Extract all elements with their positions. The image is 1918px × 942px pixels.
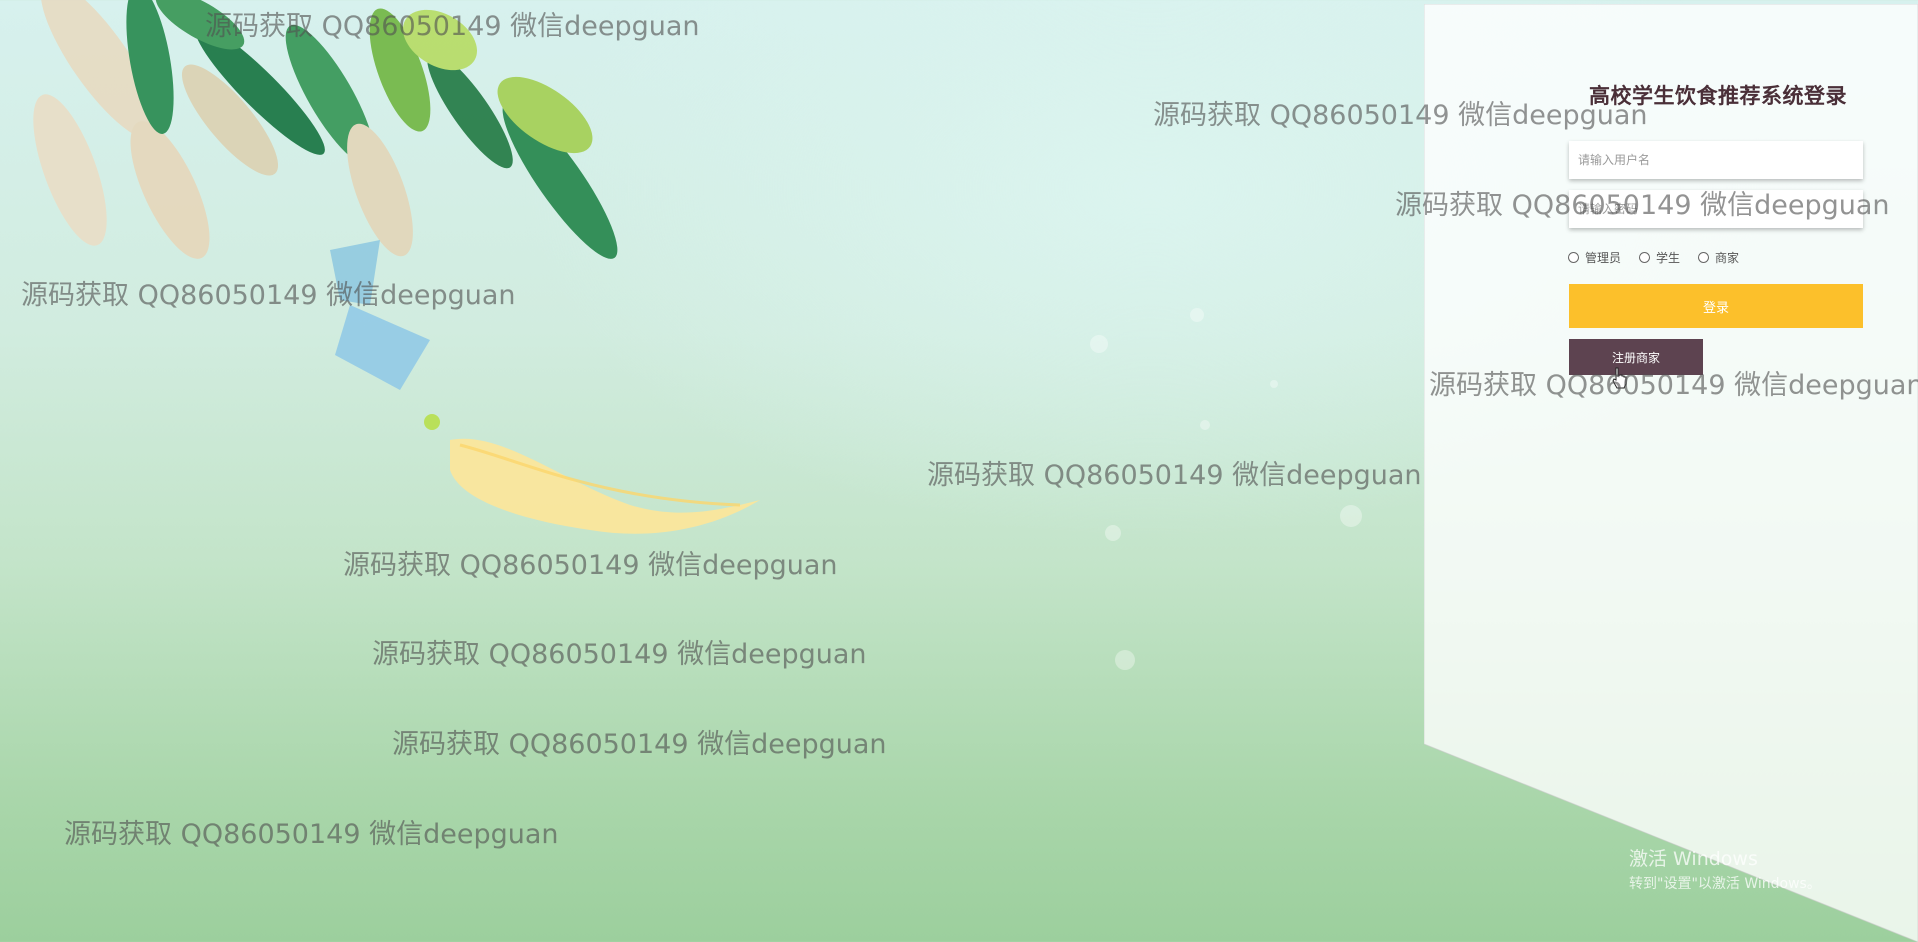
role-option-admin[interactable]: 管理员 <box>1568 249 1621 266</box>
radio-button[interactable] <box>1568 252 1579 263</box>
role-radio-group: 管理员 学生 商家 <box>1568 249 1739 266</box>
login-button[interactable]: 登录 <box>1569 284 1863 328</box>
bokeh-bubble <box>1340 505 1362 527</box>
hand-cursor-icon <box>1612 367 1627 389</box>
bokeh-bubble <box>1200 420 1210 430</box>
login-title: 高校学生饮食推荐系统登录 <box>1589 84 1847 108</box>
role-label: 管理员 <box>1585 251 1622 265</box>
register-merchant-button[interactable]: 注册商家 <box>1569 339 1703 375</box>
username-input[interactable] <box>1569 141 1863 179</box>
radio-button[interactable] <box>1639 252 1651 263</box>
tassel-illustration <box>330 240 760 534</box>
bokeh-bubble <box>1270 380 1278 388</box>
bokeh-bubble <box>1090 335 1108 353</box>
role-label: 商家 <box>1715 251 1740 265</box>
role-option-student[interactable]: 学生 <box>1639 249 1680 266</box>
bokeh-bubble <box>1115 650 1135 670</box>
bokeh-bubble <box>1190 308 1204 322</box>
radio-button[interactable] <box>1698 252 1710 263</box>
bokeh-bubble <box>1105 525 1121 541</box>
role-option-merchant[interactable]: 商家 <box>1698 249 1739 266</box>
role-label: 学生 <box>1656 251 1681 265</box>
password-input[interactable] <box>1569 190 1863 228</box>
